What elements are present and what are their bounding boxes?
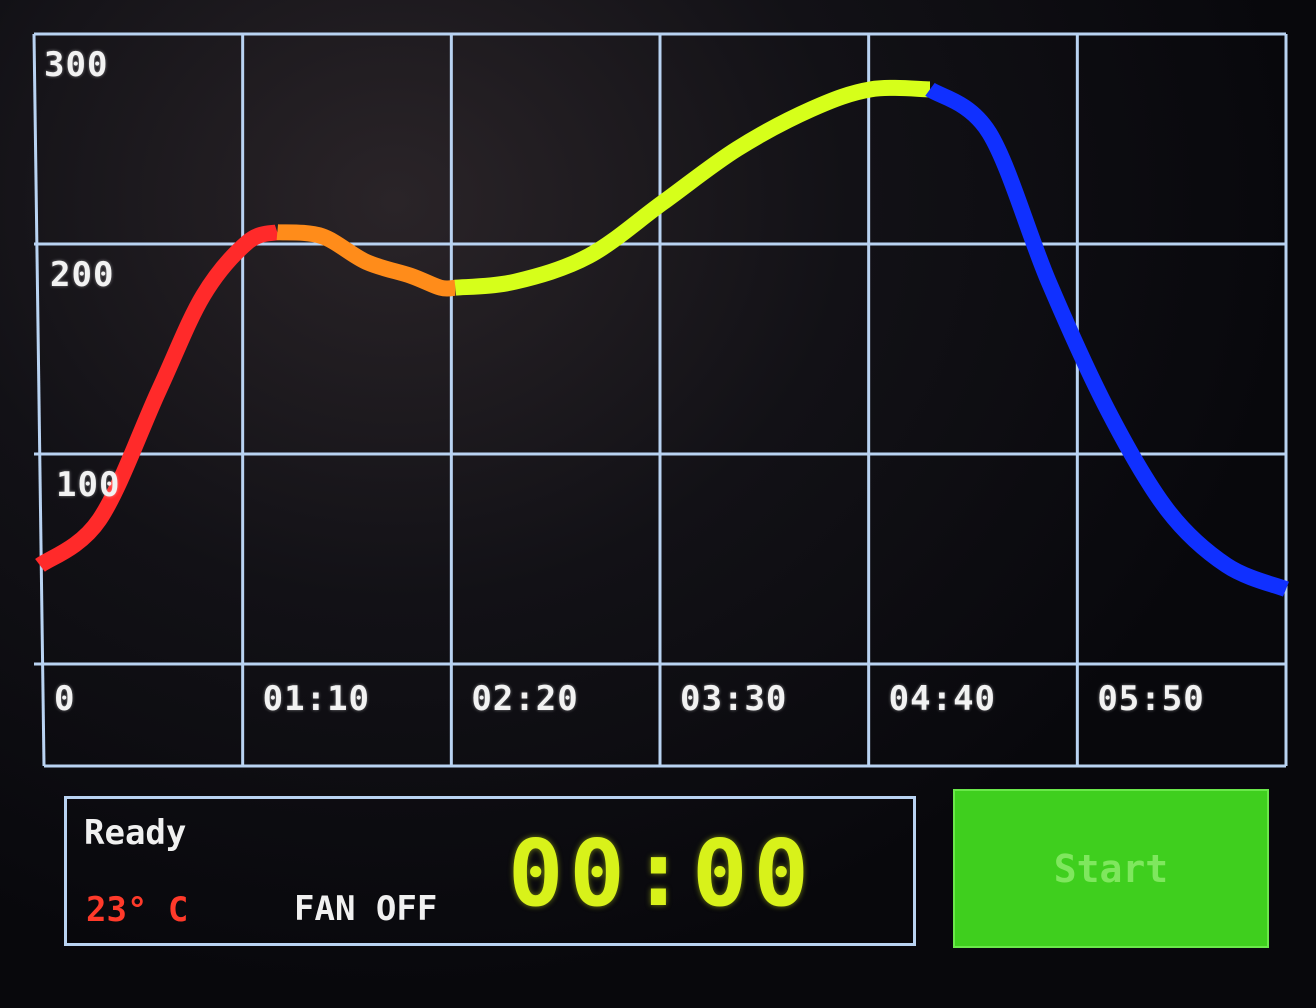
x-tick-label: 0	[54, 679, 76, 719]
x-tick-label: 02:20	[471, 679, 579, 719]
chart-svg	[32, 32, 1289, 768]
temperature-readout: 23° C	[86, 890, 189, 930]
start-button[interactable]: Start	[953, 789, 1269, 948]
display-screen: 300 200 100 0 01:10 02:20 03:30 04:40 05:50 Read…	[0, 0, 1316, 1008]
status-label: Ready	[84, 813, 187, 853]
start-button-label: Start	[1053, 846, 1169, 891]
timer-display: 00:00	[508, 820, 815, 927]
fan-status: FAN OFF	[294, 889, 438, 929]
x-tick-label: 03:30	[680, 679, 788, 719]
temperature-profile-chart: 300 200 100 0 01:10 02:20 03:30 04:40 05:50	[0, 0, 1316, 780]
profile-series-3	[454, 79, 931, 296]
y-tick-label: 300	[44, 45, 109, 85]
x-tick-label: 04:40	[888, 679, 997, 719]
profile-series-4	[925, 82, 1289, 597]
grid-line-vertical	[32, 33, 46, 767]
profile-series-2	[276, 224, 456, 297]
x-tick-label: 01:10	[262, 679, 371, 719]
x-tick-label: 05:50	[1097, 679, 1205, 719]
y-tick-label: 200	[50, 255, 115, 295]
y-tick-label: 100	[56, 465, 121, 505]
